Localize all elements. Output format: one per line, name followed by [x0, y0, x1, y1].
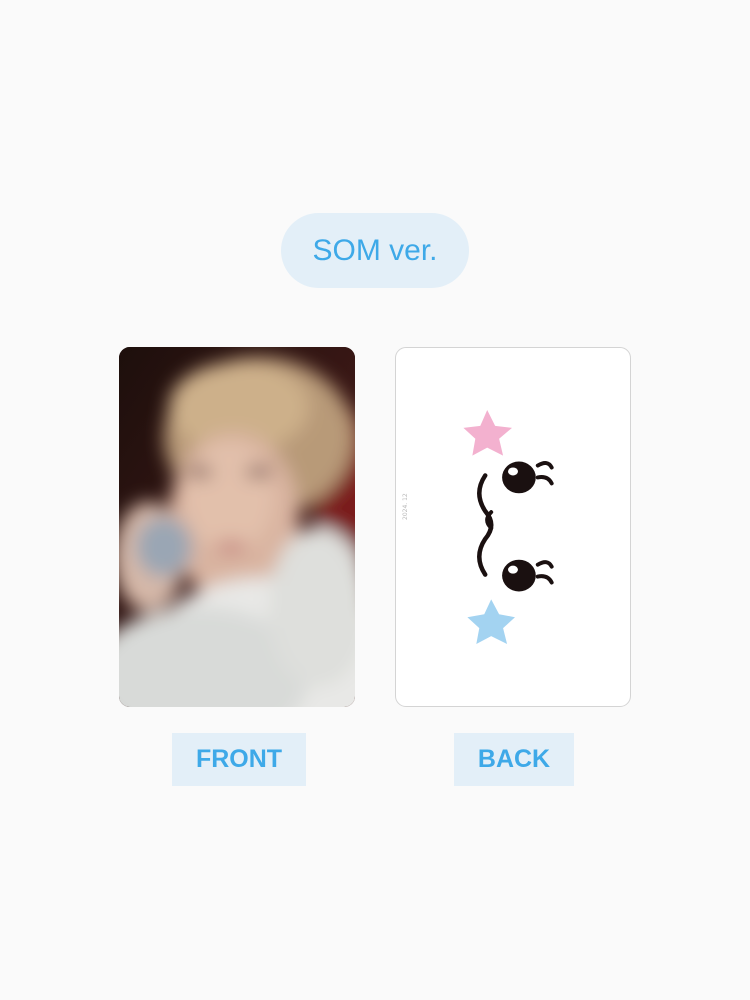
pink-star-icon: [463, 410, 513, 456]
emoticon-face-icon: [463, 410, 554, 644]
card-back-side-text: 2024. 12: [402, 493, 409, 520]
upper-eye-icon: [502, 461, 554, 494]
blue-star-icon: [467, 599, 515, 644]
lower-eye-icon: [502, 559, 554, 592]
blurred-portrait-photo: [119, 347, 355, 707]
front-label: FRONT: [172, 733, 306, 786]
card-back-image: 2024. 12: [395, 347, 631, 707]
card-front-image: [119, 347, 355, 707]
back-label: BACK: [454, 733, 574, 786]
version-badge: SOM ver.: [281, 213, 469, 288]
photocard-preview: SOM ver. 2024. 12 FRONT BACK: [0, 0, 750, 1000]
